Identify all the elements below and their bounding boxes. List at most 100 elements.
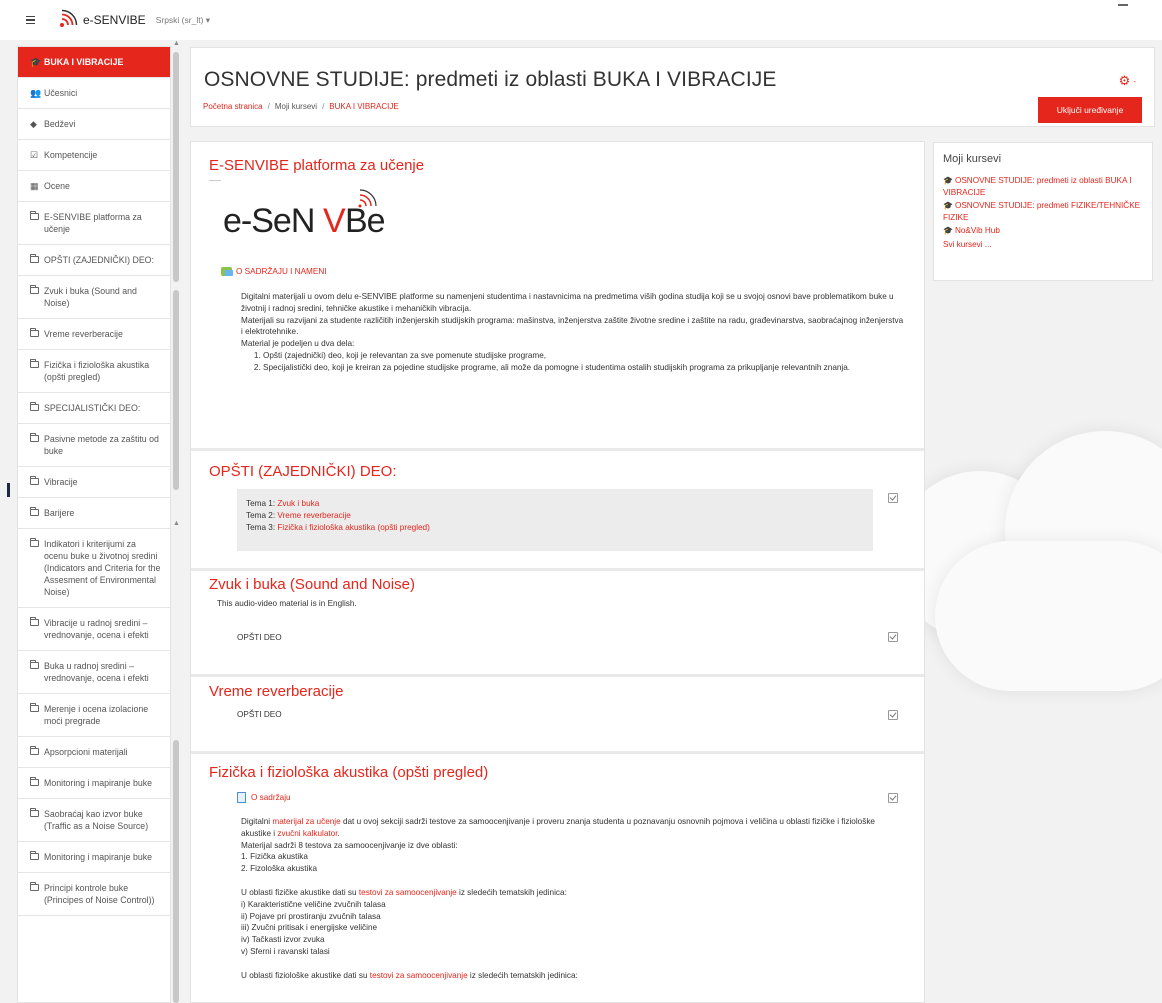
divider (209, 180, 221, 181)
intro-description: Digitalni materijali u ovom delu e-SENVI… (241, 291, 906, 374)
drawer-item[interactable]: 👥 Učesnici (18, 78, 170, 109)
drawer-item[interactable]: Vibracije (18, 467, 170, 498)
section-title[interactable]: Zvuk i buka (Sound and Noise) (209, 576, 415, 593)
scroll-up-arrow-icon[interactable]: ▲ (173, 520, 180, 528)
drawer-item[interactable]: Apsorpcioni materijali (18, 737, 170, 768)
scroll-thumb-lower[interactable] (173, 290, 179, 490)
section-title[interactable]: OPŠTI (ZAJEDNIČKI) DEO: (209, 463, 397, 480)
drawer-item-label: Indikatori i kriterijumi za ocenu buke u… (44, 539, 161, 597)
topic-link[interactable]: Vreme reverberacije (277, 511, 350, 520)
drawer-item[interactable]: Monitoring i mapiranje buke (18, 768, 170, 799)
section-title[interactable]: Vreme reverberacije (209, 683, 344, 700)
list-item: Opšti (zajednički) deo, koji je relevant… (263, 350, 906, 362)
course-link[interactable]: 🎓 OSNOVNE STUDIJE: predmeti FIZIKE/TEHNIČ… (943, 200, 1143, 223)
learning-material-link[interactable]: materijal za učenje (272, 817, 340, 826)
breadcrumb-home[interactable]: Početna stranica (203, 102, 263, 111)
drawer-item[interactable]: Saobraćaj kao izvor buke (Traffic as a N… (18, 799, 170, 842)
brand-name: e-SENVIBE (83, 13, 146, 27)
course-actions-menu[interactable]: ⚙ - (1119, 73, 1136, 89)
course-content: E-SENVIBE platforma za učenje e-SeN V Be… (190, 141, 925, 1003)
paragraph: U oblasti fizičke akustike dati su testo… (241, 887, 567, 897)
activity-link[interactable]: OPŠTI DEO (237, 632, 282, 644)
sound-calculator-link[interactable]: zvučni kalkulator (277, 829, 337, 838)
breadcrumb-course[interactable]: BUKA I VIBRACIJE (329, 102, 398, 111)
self-assessment-link[interactable]: testovi za samoocenjivanje (370, 971, 468, 980)
section-title[interactable]: E-SENVIBE platforma za učenje (209, 157, 424, 174)
about-link[interactable]: O SADRŽAJU I NAMENI (236, 267, 327, 276)
language-selector[interactable]: Srpski (sr_lt) ▾ (156, 15, 210, 26)
top-navbar: e-SENVIBE Srpski (sr_lt) ▾ (0, 0, 1162, 40)
drawer-item-label: Merenje i ocena izolacione moći pregrade (44, 704, 149, 726)
topic-link[interactable]: Fizička i fiziološka akustika (opšti pre… (277, 523, 429, 532)
drawer-item[interactable]: 🎓 BUKA I VIBRACIJE (18, 47, 170, 78)
folder-icon (30, 211, 39, 220)
folder-icon (30, 660, 39, 669)
drawer-item[interactable]: Buka u radnoj sredini – vrednovanje, oce… (18, 651, 170, 694)
gear-icon: ⚙ (1118, 73, 1131, 88)
folder-icon (30, 617, 39, 626)
graduation-cap-icon: 🎓 (943, 226, 953, 235)
resource-about[interactable]: O sadržaju (237, 792, 291, 803)
folder-icon (30, 746, 39, 755)
drawer-scrollbar[interactable]: ▲ ▲ (171, 40, 181, 1003)
drawer-item[interactable]: Principi kontrole buke (Principes of Noi… (18, 873, 170, 916)
drawer-item-label: Monitoring i mapiranje buke (44, 852, 153, 862)
my-courses-block: Moji kursevi 🎓 OSNOVNE STUDIJE: predmeti … (933, 142, 1153, 281)
list-item: iv) Tačkasti izvor zvuka (241, 935, 325, 945)
course-navigation-drawer: 🎓 BUKA I VIBRACIJE 👥 Učesnici ◆ Bedževi ☑ Kompe… (17, 46, 171, 1003)
about-resource[interactable]: O SADRŽAJU I NAMENI (221, 267, 327, 276)
paragraph: U oblasti fiziološke akustike dati su te… (241, 970, 578, 980)
completion-checkbox-icon[interactable] (888, 632, 898, 642)
drawer-item-label: BUKA I VIBRACIJE (44, 57, 124, 67)
minimize-icon[interactable] (1118, 4, 1128, 6)
scroll-thumb-upper[interactable] (173, 52, 179, 282)
list-item: ii) Pojave pri prostiranju zvučnih talas… (241, 911, 381, 921)
drawer-item[interactable]: Pasivne metode za zaštitu od buke (18, 424, 170, 467)
drawer-item[interactable]: Vreme reverberacije (18, 319, 170, 350)
list-item: v) Sferni i ravanski talasi (241, 946, 330, 956)
drawer-item[interactable]: ◆ Bedževi (18, 109, 170, 140)
drawer-item[interactable]: Monitoring i mapiranje buke (18, 842, 170, 873)
folder-icon (30, 851, 39, 860)
breadcrumb-my-courses[interactable]: Moji kursevi (275, 102, 317, 111)
activity-link[interactable]: OPŠTI DEO (237, 709, 282, 721)
drawer-item[interactable]: Vibracije u radnoj sredini – vrednovanje… (18, 608, 170, 651)
drawer-item[interactable]: ▦ Ocene (18, 171, 170, 202)
section-general: OPŠTI (ZAJEDNIČKI) DEO: Tema 1: Zvuk i b… (191, 451, 924, 571)
section-acoustics: Fizička i fiziološka akustika (opšti pre… (191, 754, 924, 1002)
drawer-item-label: OPŠTI (ZAJEDNIČKI) DEO: (44, 255, 154, 265)
completion-checkbox-icon[interactable] (888, 493, 898, 503)
drawer-item-label: Fizička i fiziološka akustika (opšti pre… (44, 360, 150, 382)
section-title[interactable]: Fizička i fiziološka akustika (opšti pre… (209, 764, 488, 781)
drawer-item[interactable]: Merenje i ocena izolacione moći pregrade (18, 694, 170, 737)
turn-editing-on-button[interactable]: Uključi uređivanje (1038, 97, 1142, 123)
completion-checkbox-icon[interactable] (888, 710, 898, 720)
folder-icon (30, 777, 39, 786)
drawer-item[interactable]: SPECIJALISTIČKI DEO: (18, 393, 170, 424)
drawer-item[interactable]: Zvuk i buka (Sound and Noise) (18, 276, 170, 319)
folder-icon (30, 433, 39, 442)
completion-checkbox-icon[interactable] (888, 793, 898, 803)
drawer-item[interactable]: Barijere (18, 498, 170, 529)
drawer-item[interactable]: E-SENVIBE platforma za učenje (18, 202, 170, 245)
course-link[interactable]: 🎓 OSNOVNE STUDIJE: predmeti iz oblasti BU… (943, 175, 1143, 198)
folder-icon (30, 882, 39, 891)
course-link[interactable]: 🎓 No&Vib Hub (943, 225, 1143, 237)
site-brand[interactable]: e-SENVIBE (56, 9, 156, 31)
menu-toggle-icon[interactable] (26, 15, 46, 25)
drawer-item[interactable]: OPŠTI (ZAJEDNIČKI) DEO: (18, 245, 170, 276)
scroll-thumb-bottom[interactable] (173, 740, 179, 1003)
drawer-item[interactable]: Indikatori i kriterijumi za ocenu buke u… (18, 529, 170, 608)
drawer-item[interactable]: ☑ Kompetencije (18, 140, 170, 171)
scroll-up-arrow-icon[interactable]: ▲ (173, 40, 180, 48)
drawer-item[interactable]: Fizička i fiziološka akustika (opšti pre… (18, 350, 170, 393)
self-assessment-link[interactable]: testovi za samoocenjivanje (359, 888, 457, 897)
forum-icon (221, 267, 233, 276)
all-courses-link[interactable]: Svi kursevi ... (943, 239, 1143, 251)
drawer-item-label: E-SENVIBE platforma za učenje (44, 212, 142, 234)
resource-link[interactable]: O sadržaju (251, 793, 291, 802)
topic-line: Tema 3: Fizička i fiziološka akustika (o… (246, 522, 430, 532)
topic-link[interactable]: Zvuk i buka (277, 499, 319, 508)
